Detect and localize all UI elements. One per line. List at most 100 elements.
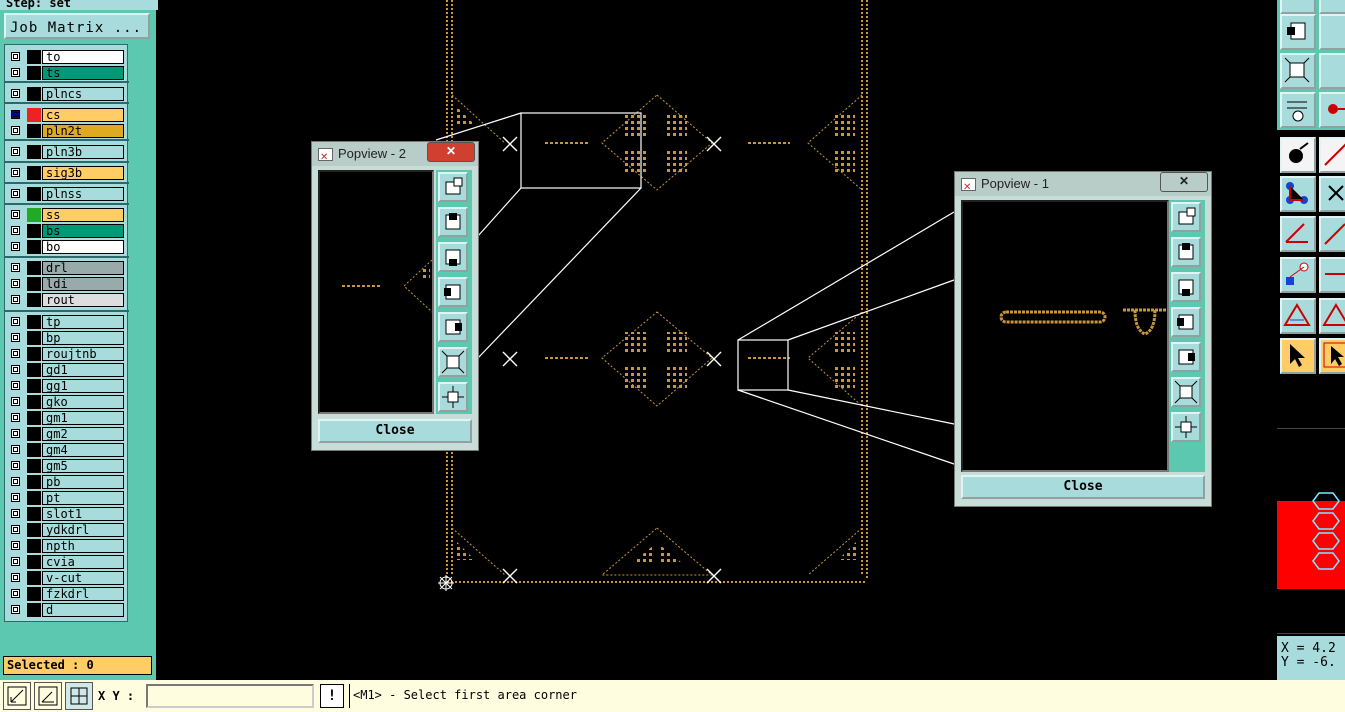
- layer-checkbox[interactable]: [11, 263, 20, 272]
- layer-row[interactable]: tp: [5, 315, 129, 329]
- layer-checkbox[interactable]: [11, 525, 20, 534]
- layer-color-swatch[interactable]: [27, 261, 41, 275]
- layer-checkbox[interactable]: [11, 333, 20, 342]
- layer-checkbox[interactable]: [11, 168, 20, 177]
- snap-grid-button[interactable]: [65, 682, 93, 710]
- layer-color-swatch[interactable]: [27, 523, 41, 537]
- layer-color-swatch[interactable]: [27, 491, 41, 505]
- layer-row[interactable]: v-cut: [5, 571, 129, 585]
- layer-name[interactable]: pln3b: [42, 145, 124, 159]
- layer-name[interactable]: fzkdrl: [42, 587, 124, 601]
- layer-color-swatch[interactable]: [27, 571, 41, 585]
- layer-checkbox[interactable]: [11, 68, 20, 77]
- add-shape-button[interactable]: [1319, 298, 1345, 334]
- layer-checkbox[interactable]: [11, 210, 20, 219]
- layer-color-swatch[interactable]: [27, 145, 41, 159]
- center-tool[interactable]: [1171, 412, 1201, 442]
- layer-name[interactable]: ldi: [42, 277, 124, 291]
- layer-name[interactable]: gko: [42, 395, 124, 409]
- add-pad-button[interactable]: [1280, 137, 1316, 173]
- layer-color-swatch[interactable]: [27, 124, 41, 138]
- layer-checkbox[interactable]: [11, 381, 20, 390]
- layer-row[interactable]: pt: [5, 491, 129, 505]
- layer-row[interactable]: pln2t: [5, 124, 129, 138]
- layer-row[interactable]: drl: [5, 261, 129, 275]
- add-net-button[interactable]: [1280, 176, 1316, 212]
- layer-color-swatch[interactable]: [27, 277, 41, 291]
- layer-checkbox[interactable]: [11, 573, 20, 582]
- layer-name[interactable]: roujtnb: [42, 347, 124, 361]
- popview-1-close-button[interactable]: Close: [961, 475, 1205, 499]
- layer-row[interactable]: gd1: [5, 363, 129, 377]
- snap-point-button[interactable]: [1319, 92, 1345, 128]
- layer-color-swatch[interactable]: [27, 66, 41, 80]
- warning-button[interactable]: !: [320, 684, 344, 708]
- layer-color-swatch[interactable]: [27, 443, 41, 457]
- layer-checkbox[interactable]: [11, 605, 20, 614]
- layer-name[interactable]: ydkdrl: [42, 523, 124, 537]
- layer-row[interactable]: bo: [5, 240, 129, 254]
- popview-2-close-button[interactable]: Close: [318, 419, 472, 443]
- add-via-button[interactable]: [1280, 257, 1316, 293]
- popview-2-x-button[interactable]: ✕: [427, 142, 475, 162]
- add-trace-button[interactable]: [1319, 257, 1345, 293]
- layer-checkbox[interactable]: [11, 279, 20, 288]
- layer-color-swatch[interactable]: [27, 507, 41, 521]
- layer-row[interactable]: gko: [5, 395, 129, 409]
- layer-color-swatch[interactable]: [27, 379, 41, 393]
- layer-name[interactable]: ts: [42, 66, 124, 80]
- layer-color-swatch[interactable]: [27, 347, 41, 361]
- layer-color-swatch[interactable]: [27, 427, 41, 441]
- layer-checkbox[interactable]: [11, 557, 20, 566]
- layer-name[interactable]: ss: [42, 208, 124, 222]
- layer-checkbox[interactable]: [11, 477, 20, 486]
- layer-name[interactable]: pb: [42, 475, 124, 489]
- layer-name[interactable]: v-cut: [42, 571, 124, 585]
- layer-row[interactable]: bs: [5, 224, 129, 238]
- layer-color-swatch[interactable]: [27, 363, 41, 377]
- layer-checkbox[interactable]: [11, 242, 20, 251]
- layer-row[interactable]: gm1: [5, 411, 129, 425]
- layer-row[interactable]: plnss: [5, 187, 129, 201]
- layer-name[interactable]: pt: [42, 491, 124, 505]
- pan-up-tool[interactable]: [1171, 237, 1201, 267]
- layer-row[interactable]: npth: [5, 539, 129, 553]
- layer-color-swatch[interactable]: [27, 459, 41, 473]
- layer-name[interactable]: gm4: [42, 443, 124, 457]
- layer-name[interactable]: bs: [42, 224, 124, 238]
- layer-color-swatch[interactable]: [27, 587, 41, 601]
- layer-name[interactable]: bp: [42, 331, 124, 345]
- layer-row[interactable]: ldi: [5, 277, 129, 291]
- layer-row[interactable]: rout: [5, 293, 129, 307]
- layer-name[interactable]: cvia: [42, 555, 124, 569]
- layer-name[interactable]: tp: [42, 315, 124, 329]
- layer-checkbox[interactable]: [11, 126, 20, 135]
- layer-checkbox[interactable]: [11, 413, 20, 422]
- layer-row[interactable]: ts: [5, 66, 129, 80]
- layer-checkbox[interactable]: [11, 493, 20, 502]
- layer-checkbox[interactable]: [11, 365, 20, 374]
- layer-checkbox[interactable]: [11, 317, 20, 326]
- pan-right-tool[interactable]: [1171, 342, 1201, 372]
- zoom-in-tool[interactable]: [438, 172, 468, 202]
- layer-row[interactable]: pb: [5, 475, 129, 489]
- layer-color-swatch[interactable]: [27, 87, 41, 101]
- layer-name[interactable]: bo: [42, 240, 124, 254]
- pan-right-button[interactable]: [1319, 14, 1345, 50]
- pan-left-button[interactable]: [1280, 14, 1316, 50]
- add-arc-button[interactable]: [1280, 216, 1316, 252]
- add-segment-button[interactable]: [1319, 216, 1345, 252]
- zoom-in-tool[interactable]: [1171, 202, 1201, 232]
- layer-checkbox[interactable]: [11, 509, 20, 518]
- layer-checkbox[interactable]: [11, 461, 20, 470]
- xy-input[interactable]: [146, 684, 314, 708]
- pan-left-tool[interactable]: [438, 277, 468, 307]
- layer-checkbox[interactable]: [11, 349, 20, 358]
- center-tool[interactable]: [438, 382, 468, 412]
- layer-color-swatch[interactable]: [27, 331, 41, 345]
- zoom-center-button[interactable]: [1319, 53, 1345, 89]
- layer-name[interactable]: gm1: [42, 411, 124, 425]
- layer-name[interactable]: cs: [42, 108, 124, 122]
- snap-angle-button[interactable]: [34, 682, 62, 710]
- layer-color-swatch[interactable]: [27, 555, 41, 569]
